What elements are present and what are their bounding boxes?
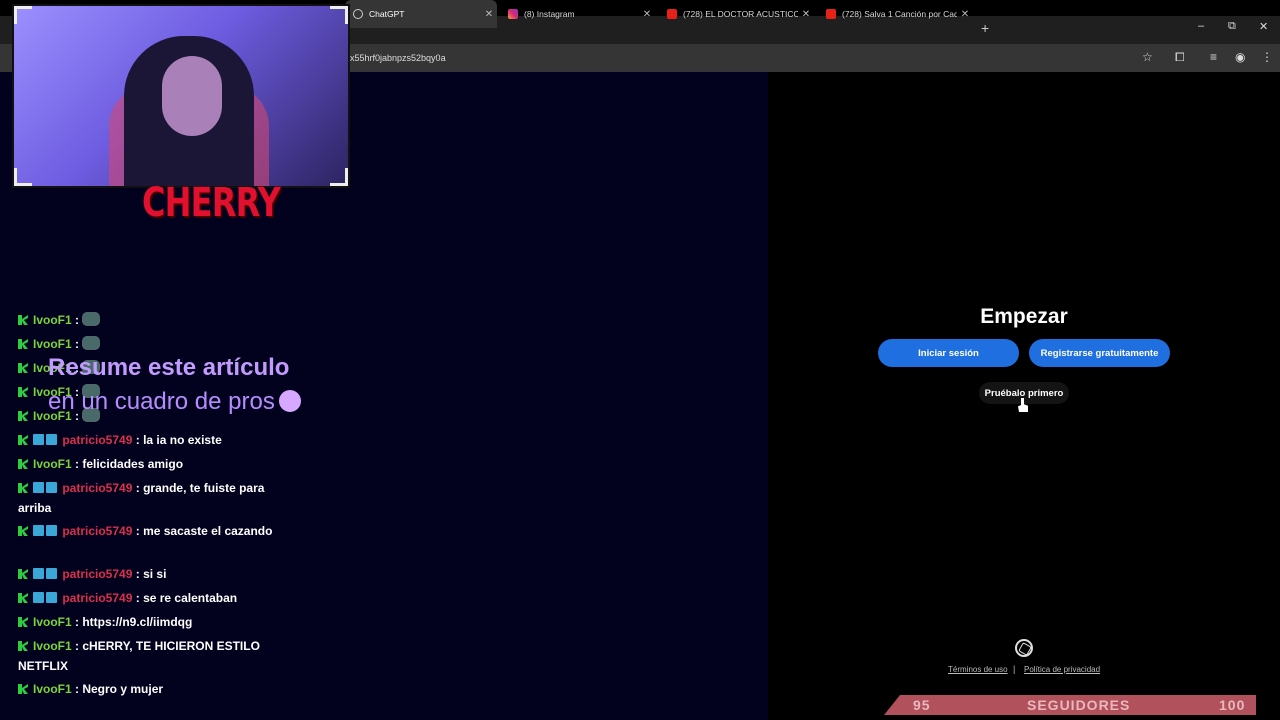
webcam-feed [12,4,350,188]
profile-icon[interactable]: ◉ [1235,50,1245,64]
chat-message: IvooF1 : [18,310,278,330]
minimize-button[interactable]: – [1198,20,1204,32]
chat-message: IvooF1 : [18,334,278,354]
follower-label: SEGUIDORES [1027,697,1131,713]
page-title: Empezar [980,305,1068,328]
tab-title: (728) Salva 1 Canción por Cada [842,9,957,19]
chat-message: IvooF1 : Negro y mujer [18,679,278,699]
sub-badge-icon [46,525,57,536]
tab-title: (8) Instagram [524,9,575,19]
kick-badge-icon [18,387,28,397]
tab-instagram[interactable]: (8) Instagram ✕ [500,0,655,28]
sub-badge-icon [46,592,57,603]
chatgpt-icon [353,9,363,19]
close-icon[interactable]: ✕ [957,9,973,20]
close-icon[interactable]: ✕ [798,9,814,20]
instagram-icon [508,9,518,19]
follower-count: 95 [913,697,931,713]
tab-title: (728) EL DOCTOR ACUSTICO EN [683,9,798,19]
extensions-icon[interactable]: ⧠ [1175,50,1185,65]
chat-message: IvooF1 : cHERRY, TE HICIERON ESTILO NETF… [18,639,260,673]
emote-icon [82,336,101,350]
follower-goal: 100 [1219,697,1246,713]
tab-youtube-1[interactable]: (728) EL DOCTOR ACUSTICO EN ✕ [659,0,814,28]
close-icon[interactable]: ✕ [481,9,497,20]
kick-badge-icon [18,641,28,651]
vip-badge-icon [33,568,44,579]
playlist-icon[interactable]: ≡ [1210,50,1217,64]
youtube-icon [667,9,677,19]
sub-badge-icon [46,568,57,579]
emote-icon [82,312,101,326]
chat-message: IvooF1 : https://n9.cl/iimdqg [18,612,278,632]
signup-button[interactable]: Registrarse gratuitamente [1029,339,1170,367]
kick-badge-icon [18,411,28,421]
vip-badge-icon [33,434,44,445]
kick-badge-icon [18,483,28,493]
kick-badge-icon [18,339,28,349]
typing-dot-icon [278,390,301,412]
sub-badge-icon [46,434,57,445]
url-text[interactable]: x55hrf0jabnpzs52bqy0a [350,53,446,63]
chat-message: patricio5749 : la ia no existe [18,430,278,450]
vip-badge-icon [33,592,44,603]
youtube-icon [826,9,836,19]
kick-badge-icon [18,459,28,469]
kick-badge-icon [18,526,28,536]
sub-badge-icon [46,482,57,493]
kick-badge-icon [18,569,28,579]
openai-logo-icon [1015,639,1033,657]
kick-badge-icon [18,617,28,627]
login-button[interactable]: Iniciar sesión [878,339,1019,367]
cherry-logo: CHERRY [142,180,281,226]
footer-separator: | [1013,664,1016,674]
vip-badge-icon [33,482,44,493]
close-window-button[interactable]: ✕ [1259,20,1268,33]
kick-badge-icon [18,363,28,373]
kick-badge-icon [18,593,28,603]
chat-message: patricio5749 : me sacaste el cazando [18,521,278,541]
maximize-button[interactable]: ⧉ [1228,20,1236,33]
screen: ChatGPT ✕ (8) Instagram ✕ (728) EL DOCTO… [0,0,1280,720]
star-icon[interactable]: ☆ [1142,50,1153,64]
overlay-text-line2: en un cuadro de pros [48,388,301,416]
tab-youtube-2[interactable]: (728) Salva 1 Canción por Cada ✕ [818,0,973,28]
chat-message: patricio5749 : grande, te fuiste para ar… [18,481,265,515]
menu-icon[interactable]: ⋮ [1261,50,1273,64]
tab-title: ChatGPT [369,9,405,19]
close-icon[interactable]: ✕ [639,9,655,20]
vip-badge-icon [33,525,44,536]
tab-chatgpt[interactable]: ChatGPT ✕ [345,0,497,28]
kick-badge-icon [18,684,28,694]
chat-message: patricio5749 : se re calentaban [18,588,278,608]
chat-message: IvooF1 : felicidades amigo [18,454,278,474]
chat-message: patricio5749 : si si [18,564,278,584]
new-tab-button[interactable]: + [981,20,989,36]
privacy-link[interactable]: Política de privacidad [1024,665,1100,674]
terms-link[interactable]: Términos de uso [948,665,1008,674]
overlay-text-line1: Resume este artículo [48,354,290,381]
kick-badge-icon [18,435,28,445]
kick-badge-icon [18,315,28,325]
